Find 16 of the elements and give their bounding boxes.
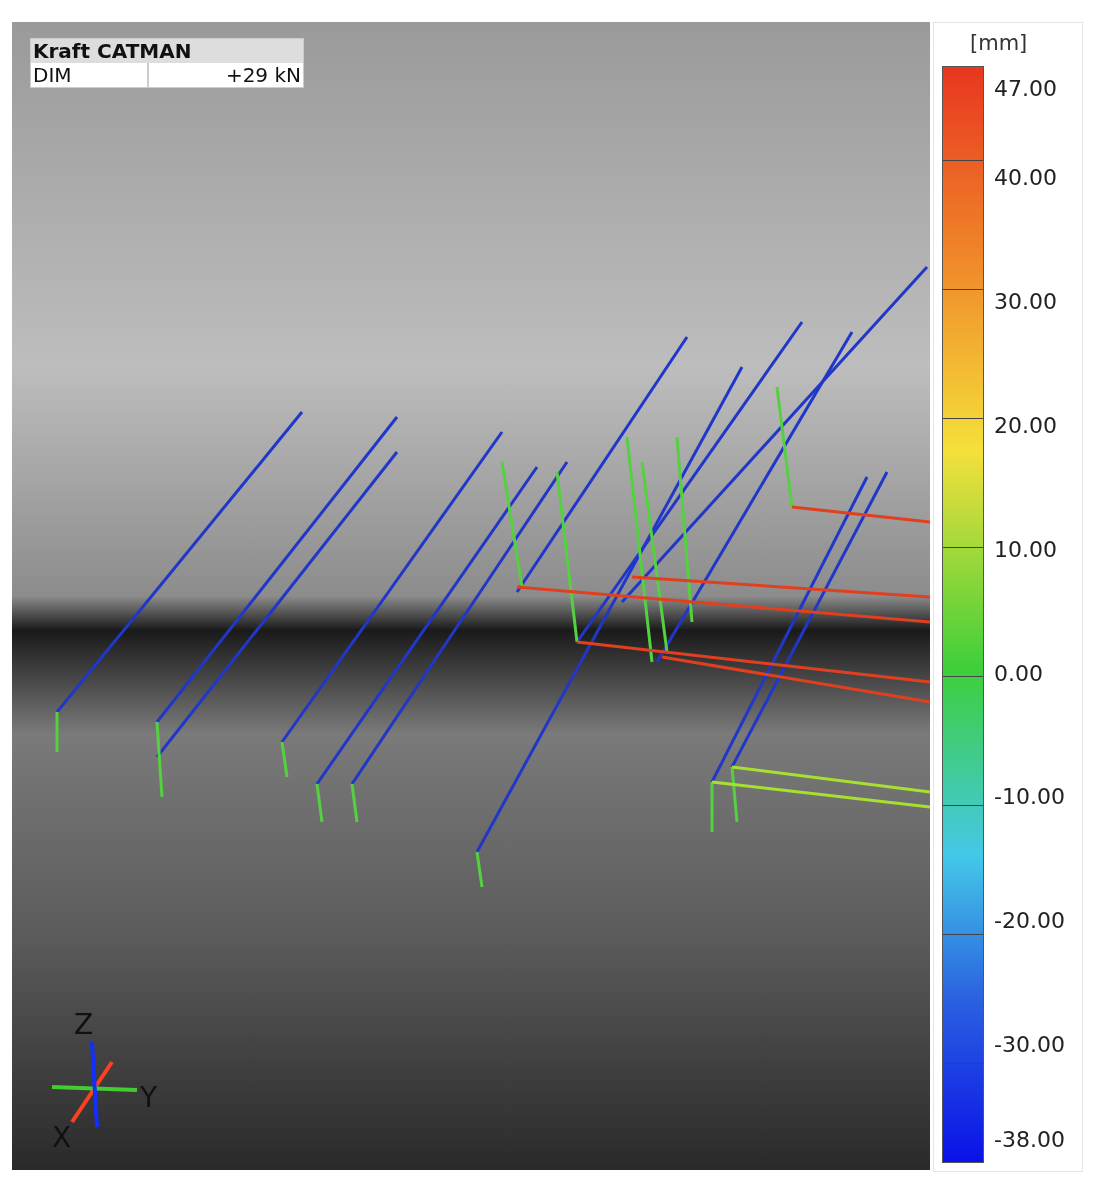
scale-label: -38.00 [994, 1126, 1065, 1152]
scale-label: 10.00 [994, 536, 1057, 562]
axis-label: Z [74, 1008, 94, 1041]
scale-label: 47.00 [994, 75, 1057, 101]
scale-label: -30.00 [994, 1031, 1065, 1057]
info-label: DIM [31, 63, 149, 87]
scale-label: 0.00 [994, 660, 1043, 685]
scale-label: 30.00 [994, 288, 1057, 314]
scale-label: -10.00 [994, 783, 1065, 809]
info-value: +29 kN [224, 63, 302, 87]
scale-label: -20.00 [994, 907, 1065, 933]
unit-label: [mm] [970, 31, 1028, 55]
info-title: Kraft CATMAN [31, 39, 303, 63]
scale-label: 20.00 [994, 412, 1057, 438]
axis-triad-icon [51, 1041, 138, 1128]
scale-label: 40.00 [994, 164, 1057, 190]
